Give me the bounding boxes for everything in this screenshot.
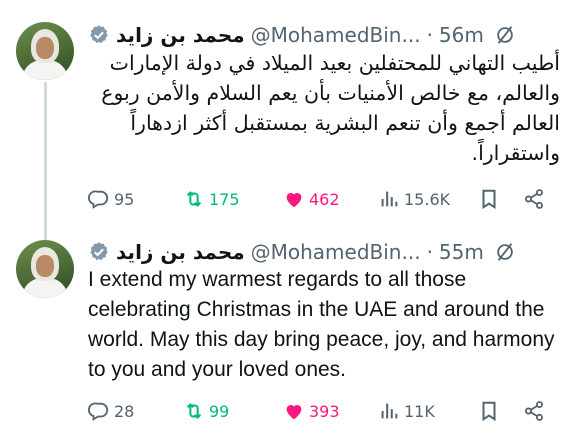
heart-icon (286, 193, 302, 208)
reply-count: 28 (114, 401, 135, 421)
share-icon (525, 189, 543, 209)
tweet-header: محمد بن زايد @MohamedBin... · 55m (88, 237, 560, 267)
timestamp[interactable]: 55m (439, 240, 484, 264)
tweet-text: I extend my warmest regards to all those… (88, 268, 555, 381)
retweet-button[interactable]: 99 (183, 400, 283, 422)
tweet-text: أطيب التهاني للمحتفلين بعيد الميلاد في د… (101, 51, 560, 165)
like-button[interactable]: 393 (283, 400, 378, 422)
edited-icon[interactable] (494, 24, 516, 46)
reply-button[interactable]: 28 (88, 400, 183, 422)
share-icon (525, 401, 543, 421)
bookmark-icon (482, 189, 496, 210)
share-button[interactable] (523, 400, 553, 422)
tweet-header: محمد بن زايد @MohamedBin... · 56m (88, 20, 560, 50)
heart-icon (286, 405, 302, 420)
like-count: 462 (309, 189, 340, 209)
views-icon (381, 191, 398, 207)
avatar[interactable] (16, 240, 74, 298)
reply-button[interactable]: 95 (88, 188, 183, 210)
verified-badge-icon (90, 25, 108, 44)
views-button[interactable]: 11K (378, 400, 478, 422)
views-button[interactable]: 15.6K (378, 188, 478, 210)
retweet-count: 99 (209, 401, 230, 421)
views-count: 15.6K (404, 189, 451, 209)
separator-dot: · (426, 23, 433, 47)
reply-count: 95 (114, 189, 135, 209)
action-bar: 28 99 393 11K (88, 396, 558, 426)
retweet-icon (186, 403, 202, 419)
like-button[interactable]: 462 (283, 188, 378, 210)
reply-icon (88, 190, 109, 209)
display-name[interactable]: محمد بن زايد (116, 240, 245, 264)
like-count: 393 (309, 401, 340, 421)
views-icon (381, 403, 398, 419)
tweet[interactable]: محمد بن زايد @MohamedBin... · 56m أطيب ا… (0, 0, 576, 228)
reply-icon (88, 402, 109, 421)
views-count: 11K (404, 401, 435, 421)
edited-icon[interactable] (494, 241, 516, 263)
bookmark-button[interactable] (478, 400, 523, 422)
timestamp[interactable]: 56m (439, 23, 484, 47)
verified-badge-icon (90, 242, 108, 261)
retweet-count: 175 (209, 189, 240, 209)
action-bar: 95 175 462 15.6K (88, 184, 558, 214)
avatar[interactable] (16, 22, 74, 80)
retweet-button[interactable]: 175 (183, 188, 283, 210)
retweet-icon (186, 191, 202, 207)
bookmark-icon (482, 401, 496, 422)
display-name[interactable]: محمد بن زايد (116, 23, 245, 47)
user-handle[interactable]: @MohamedBin... (251, 240, 421, 264)
separator-dot: · (426, 240, 433, 264)
user-handle[interactable]: @MohamedBin... (251, 23, 421, 47)
bookmark-button[interactable] (478, 188, 523, 210)
share-button[interactable] (523, 188, 553, 210)
tweet[interactable]: محمد بن زايد @MohamedBin... · 55m I exte… (0, 228, 576, 444)
